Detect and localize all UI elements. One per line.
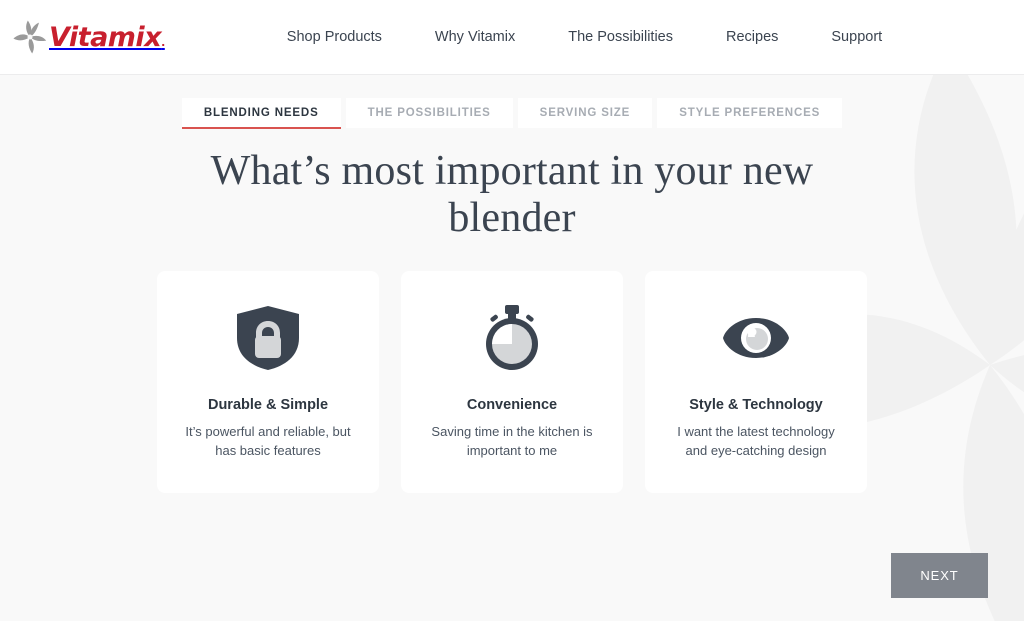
stopwatch-icon xyxy=(478,304,546,372)
option-description: I want the latest technology and eye-cat… xyxy=(677,424,835,458)
site-header: Vitamix. Shop Products Why Vitamix The P… xyxy=(0,0,1024,75)
quiz-tab-bar: BLENDING NEEDS THE POSSIBILITIES SERVING… xyxy=(0,75,1024,129)
option-card-style-technology[interactable]: Style & Technology I want the latest tec… xyxy=(645,271,867,493)
option-title: Style & Technology xyxy=(689,397,823,413)
quiz-stage: BLENDING NEEDS THE POSSIBILITIES SERVING… xyxy=(0,75,1024,621)
tab-the-possibilities[interactable]: THE POSSIBILITIES xyxy=(345,98,513,128)
nav-item-shop-products[interactable]: Shop Products xyxy=(287,23,382,51)
option-card-durable-simple[interactable]: Durable & Simple It’s powerful and relia… xyxy=(157,271,379,493)
tab-blending-needs[interactable]: BLENDING NEEDS xyxy=(181,98,341,129)
quiz-footer-actions: NEXT xyxy=(891,553,988,598)
brand-logo[interactable]: Vitamix. xyxy=(12,17,165,57)
vitamix-swirl-icon xyxy=(13,20,47,54)
eye-icon xyxy=(721,304,791,372)
nav-item-support[interactable]: Support xyxy=(831,23,882,51)
option-description: It’s powerful and reliable, but has basi… xyxy=(185,424,351,458)
nav-item-why-vitamix[interactable]: Why Vitamix xyxy=(435,23,515,51)
shield-lock-icon xyxy=(235,304,301,372)
tab-serving-size[interactable]: SERVING SIZE xyxy=(517,98,653,128)
option-title: Durable & Simple xyxy=(207,397,329,413)
nav-item-the-possibilities[interactable]: The Possibilities xyxy=(568,23,673,51)
option-description: Saving time in the kitchen is important … xyxy=(431,424,593,458)
quiz-options: Durable & Simple It’s powerful and relia… xyxy=(0,271,1024,493)
tab-style-preferences[interactable]: STYLE PREFERENCES xyxy=(657,98,843,128)
option-card-convenience[interactable]: Convenience Saving time in the kitchen i… xyxy=(401,271,623,493)
next-button[interactable]: NEXT xyxy=(891,553,988,598)
nav-item-recipes[interactable]: Recipes xyxy=(726,23,778,51)
brand-wordmark: Vitamix. xyxy=(49,21,165,53)
option-title: Convenience xyxy=(466,397,558,413)
quiz-question-heading: What’s most important in your new blende… xyxy=(210,148,814,241)
main-navigation: Shop Products Why Vitamix The Possibilit… xyxy=(287,23,882,51)
